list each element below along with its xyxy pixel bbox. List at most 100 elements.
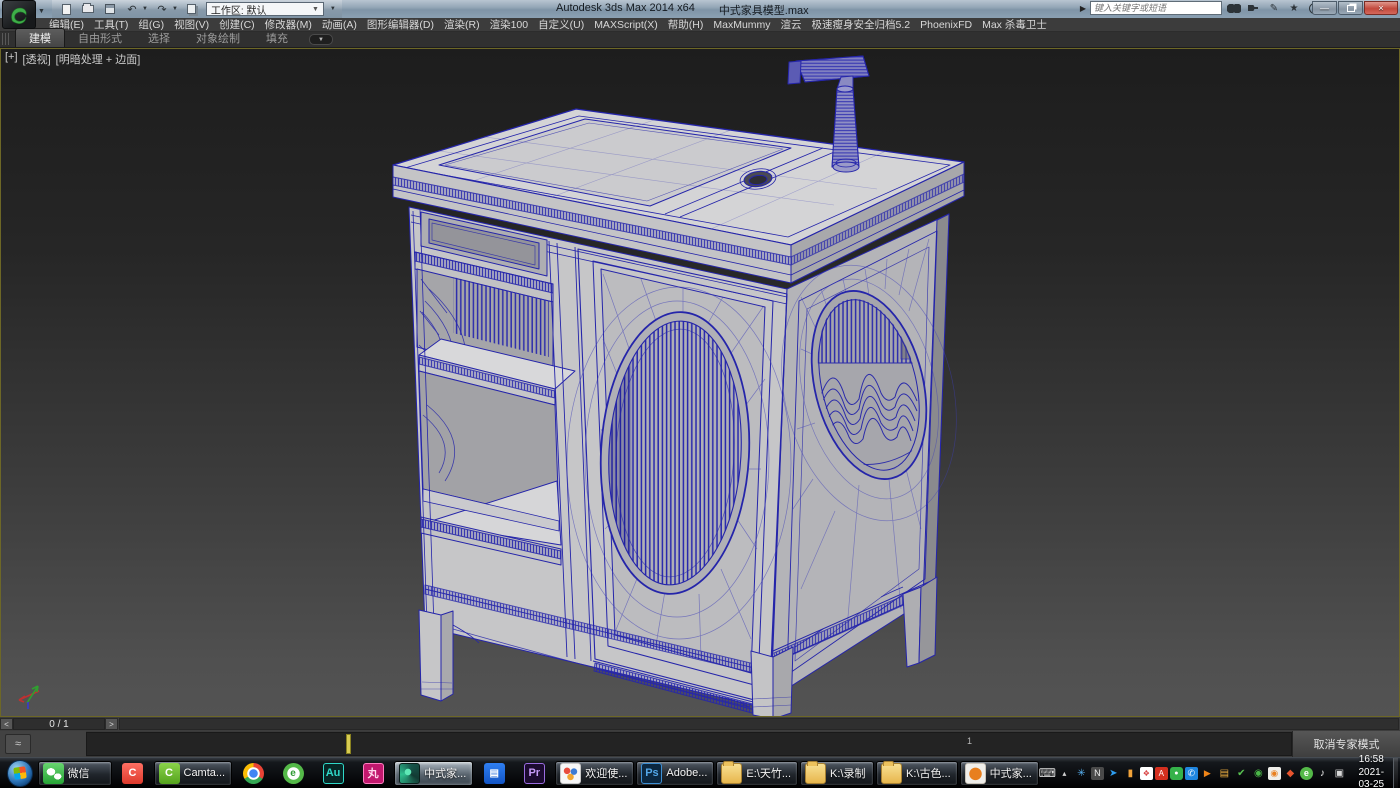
menu-item[interactable]: 渲染100 xyxy=(485,17,534,32)
time-slider-track[interactable] xyxy=(119,718,1399,730)
ribbon-tab-freeform[interactable]: 自由形式 xyxy=(65,29,135,47)
tray-network-icon[interactable]: ▣ xyxy=(1332,765,1347,781)
viewport-menu-plus[interactable]: [+] xyxy=(5,51,18,67)
tray-browser-e-icon[interactable]: e xyxy=(1300,767,1313,780)
workspace-selector[interactable]: 工作区: 默认 ▼ xyxy=(206,2,324,16)
project-folder-button[interactable] xyxy=(184,2,200,16)
system-tray: ⌨▴✳N➤▮❖A●✆▶▤✔◉◉◆e♪▣ 16:58 2021-03-25 xyxy=(1039,758,1400,788)
taskbar-button-3dsmax-window[interactable]: 中式家... xyxy=(394,761,473,786)
app-menu-button[interactable] xyxy=(2,0,36,29)
viewport-label: [+] [透视] [明暗处理 + 边面] xyxy=(5,51,140,67)
tray-keyboard-icon[interactable]: ⌨ xyxy=(1040,765,1055,781)
taskbar-button-photoshop-window[interactable]: Ps Adobe... xyxy=(636,761,714,786)
tray-volume-icon[interactable]: ♪ xyxy=(1315,765,1330,781)
previous-frame-button[interactable]: < xyxy=(0,718,13,730)
current-frame-marker[interactable] xyxy=(346,734,351,754)
taskbar-app-icon: Ps xyxy=(641,763,662,784)
save-file-button[interactable] xyxy=(102,2,118,16)
menu-item[interactable]: PhoenixFD xyxy=(915,19,977,31)
subscription-key-icon[interactable] xyxy=(1246,2,1262,15)
tray-security-shield-icon[interactable]: ◆ xyxy=(1283,765,1298,781)
taskbar-button-audition[interactable]: Au xyxy=(314,761,352,786)
taskbar-button-wechat[interactable]: 微信 xyxy=(38,761,112,786)
taskbar-button-label: E:\天竹... xyxy=(746,765,791,781)
workspace-caret-icon: ▼ xyxy=(300,6,319,13)
open-folder-icon xyxy=(82,5,94,13)
restore-button[interactable] xyxy=(1338,1,1363,15)
taskbar-clock[interactable]: 16:58 2021-03-25 xyxy=(1356,754,1387,788)
ribbon-tab-object-paint[interactable]: 对象绘制 xyxy=(183,29,253,47)
viewport-menu-shading[interactable]: [明暗处理 + 边面] xyxy=(56,51,141,67)
ribbon-grip-handle[interactable] xyxy=(2,33,9,45)
viewport-menu-view[interactable]: [透视] xyxy=(23,51,51,67)
search-icon[interactable] xyxy=(1226,2,1242,15)
new-file-button[interactable] xyxy=(58,2,74,16)
tray-phone-manager-icon[interactable]: ✆ xyxy=(1185,767,1198,780)
menu-item[interactable]: 动画(A) xyxy=(317,17,362,32)
ribbon-tab-populate[interactable]: 填充 xyxy=(253,29,301,47)
start-button[interactable] xyxy=(7,760,33,787)
ribbon-tab-row: 建模自由形式选择对象绘制填充 ▼ xyxy=(0,32,1400,48)
tray-downloader-icon[interactable]: ▶ xyxy=(1200,765,1215,781)
tray-usb-drive-icon[interactable]: ▮ xyxy=(1123,765,1138,781)
tray-expand-icon[interactable]: ▴ xyxy=(1057,765,1072,781)
taskbar-button-folder-k-guse[interactable]: K:\古色... xyxy=(876,761,958,786)
undo-button[interactable]: ↶ xyxy=(124,2,140,16)
taskbar-button-camtasia-window[interactable]: C Camta... xyxy=(154,761,233,786)
menu-item[interactable]: MAXScript(X) xyxy=(589,19,663,31)
taskbar-button-media-app[interactable]: ▤ xyxy=(475,761,513,786)
mini-curve-editor-button[interactable]: ≈ xyxy=(5,734,31,754)
workspace-menu-caret-icon[interactable]: ▼ xyxy=(330,6,336,12)
tray-paperplane-icon[interactable]: ➤ xyxy=(1106,765,1121,781)
taskbar-button-wan-toolbox[interactable]: 丸 xyxy=(354,761,392,786)
taskbar-button-chrome[interactable] xyxy=(234,761,272,786)
ribbon-tab-selection[interactable]: 选择 xyxy=(135,29,183,47)
track-bar[interactable]: 1 xyxy=(86,732,1292,756)
cabinet-wireframe-model[interactable] xyxy=(393,56,982,716)
ribbon-tab-modeling[interactable]: 建模 xyxy=(15,28,65,47)
tray-wechat-icon[interactable]: ● xyxy=(1170,767,1183,780)
menu-item[interactable]: 图形编辑器(D) xyxy=(362,17,439,32)
taskbar-button-recorder-window[interactable]: 中式家... xyxy=(960,761,1039,786)
redo-caret-icon[interactable]: ▼ xyxy=(172,6,178,12)
menu-item[interactable]: 自定义(U) xyxy=(533,17,589,32)
taskbar-button-folder-e-tianzhu[interactable]: E:\天竹... xyxy=(716,761,798,786)
favorites-star-icon[interactable]: ★ xyxy=(1286,2,1302,15)
perspective-viewport[interactable]: [+] [透视] [明暗处理 + 边面] xyxy=(0,48,1400,717)
frame-display[interactable]: 0 / 1 xyxy=(13,718,105,730)
tray-game-box-icon[interactable]: ◉ xyxy=(1251,765,1266,781)
taskbar-button-camtasia[interactable]: C xyxy=(114,761,152,786)
tray-mail-icon[interactable]: ▤ xyxy=(1217,765,1232,781)
next-frame-button[interactable]: > xyxy=(105,718,118,730)
menu-item[interactable]: MaxMummy xyxy=(708,19,775,31)
taskbar-button-label: 微信 xyxy=(68,765,90,781)
tray-safely-remove-icon[interactable]: ✔ xyxy=(1234,765,1249,781)
tray-pdf-icon[interactable]: A xyxy=(1155,767,1168,780)
taskbar-button-folder-k-record[interactable]: K:\录制 xyxy=(800,761,874,786)
undo-caret-icon[interactable]: ▼ xyxy=(142,6,148,12)
taskbar-button-360-browser[interactable]: e xyxy=(274,761,312,786)
menu-item[interactable]: 渲染(R) xyxy=(439,17,485,32)
tray-app-dots-icon[interactable]: ❖ xyxy=(1140,767,1153,780)
open-file-button[interactable] xyxy=(80,2,96,16)
taskbar-button-premiere[interactable]: Pr xyxy=(515,761,553,786)
infocenter-search-input[interactable] xyxy=(1090,1,1222,15)
tray-input-method-icon[interactable]: ✳ xyxy=(1074,765,1089,781)
menu-item[interactable]: Max 杀毒卫士 xyxy=(977,17,1052,32)
communication-center-icon[interactable]: ✎ xyxy=(1266,2,1282,15)
viewport-3d-scene[interactable] xyxy=(1,49,1399,716)
key-icon xyxy=(1248,5,1260,11)
menu-item[interactable]: 渲云 xyxy=(776,17,807,32)
tray-recorder-icon[interactable]: ◉ xyxy=(1268,767,1281,780)
tray-nvidia-icon[interactable]: N xyxy=(1091,767,1104,780)
show-desktop-button[interactable] xyxy=(1393,758,1398,788)
app-menu-caret-icon[interactable]: ▼ xyxy=(38,8,45,15)
infocenter-expand-icon[interactable]: ▶ xyxy=(1080,4,1086,13)
menu-item[interactable]: 帮助(H) xyxy=(663,17,709,32)
menu-item[interactable]: 极速瘦身安全归档5.2 xyxy=(807,17,916,32)
ribbon-config-button[interactable]: ▼ xyxy=(309,34,333,45)
taskbar-button-welcome-window[interactable]: 欢迎使... xyxy=(555,761,634,786)
minimize-button[interactable]: — xyxy=(1312,1,1337,15)
redo-button[interactable]: ↷ xyxy=(154,2,170,16)
close-button[interactable]: × xyxy=(1364,1,1398,15)
